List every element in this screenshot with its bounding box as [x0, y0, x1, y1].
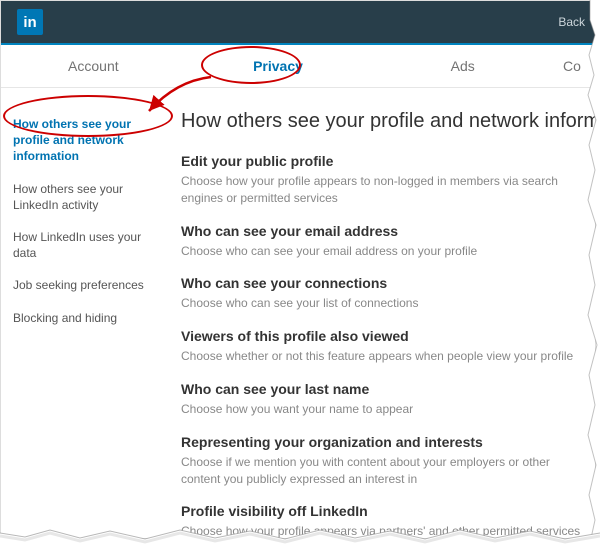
page-title: How others see your profile and network …: [181, 110, 585, 133]
main-panel: How others see your profile and network …: [161, 88, 595, 538]
section-desc: Choose who can see your email address on…: [181, 243, 585, 260]
section-title: Who can see your connections: [181, 275, 585, 291]
sidebar-item-profile-visibility[interactable]: How others see your profile and network …: [13, 108, 151, 173]
section-desc: Choose how you want your name to appear: [181, 401, 585, 418]
section-desc: Choose how your profile appears to non-l…: [181, 173, 585, 207]
section-email[interactable]: Who can see your email address Choose wh…: [181, 223, 585, 260]
sidebar-item-data-use[interactable]: How LinkedIn uses your data: [13, 221, 151, 269]
tab-communications[interactable]: Co: [555, 45, 595, 87]
tab-bar: Account Privacy Ads Co: [1, 43, 595, 88]
sidebar-item-blocking[interactable]: Blocking and hiding: [13, 302, 151, 334]
section-desc: Choose who can see your list of connecti…: [181, 295, 585, 312]
tab-privacy[interactable]: Privacy: [186, 45, 371, 87]
section-viewers-also-viewed[interactable]: Viewers of this profile also viewed Choo…: [181, 328, 585, 365]
section-last-name[interactable]: Who can see your last name Choose how yo…: [181, 381, 585, 418]
tab-ads[interactable]: Ads: [370, 45, 555, 87]
section-org-interests[interactable]: Representing your organization and inter…: [181, 434, 585, 488]
section-title: Profile visibility off LinkedIn: [181, 503, 585, 519]
section-title: Who can see your last name: [181, 381, 585, 397]
section-title: Viewers of this profile also viewed: [181, 328, 585, 344]
section-desc: Choose how your profile appears via part…: [181, 523, 585, 538]
sidebar: How others see your profile and network …: [1, 88, 161, 538]
linkedin-logo[interactable]: in: [17, 9, 43, 35]
section-title: Representing your organization and inter…: [181, 434, 585, 450]
section-public-profile[interactable]: Edit your public profile Choose how your…: [181, 153, 585, 207]
back-link[interactable]: Back: [558, 15, 585, 29]
section-connections[interactable]: Who can see your connections Choose who …: [181, 275, 585, 312]
tab-account[interactable]: Account: [1, 45, 186, 87]
sidebar-item-job-seeking[interactable]: Job seeking preferences: [13, 269, 151, 301]
section-desc: Choose if we mention you with content ab…: [181, 454, 585, 488]
section-visibility-off[interactable]: Profile visibility off LinkedIn Choose h…: [181, 503, 585, 538]
top-bar: in Back: [1, 1, 595, 43]
sidebar-item-activity[interactable]: How others see your LinkedIn activity: [13, 173, 151, 221]
section-title: Edit your public profile: [181, 153, 585, 169]
section-title: Who can see your email address: [181, 223, 585, 239]
section-desc: Choose whether or not this feature appea…: [181, 348, 585, 365]
